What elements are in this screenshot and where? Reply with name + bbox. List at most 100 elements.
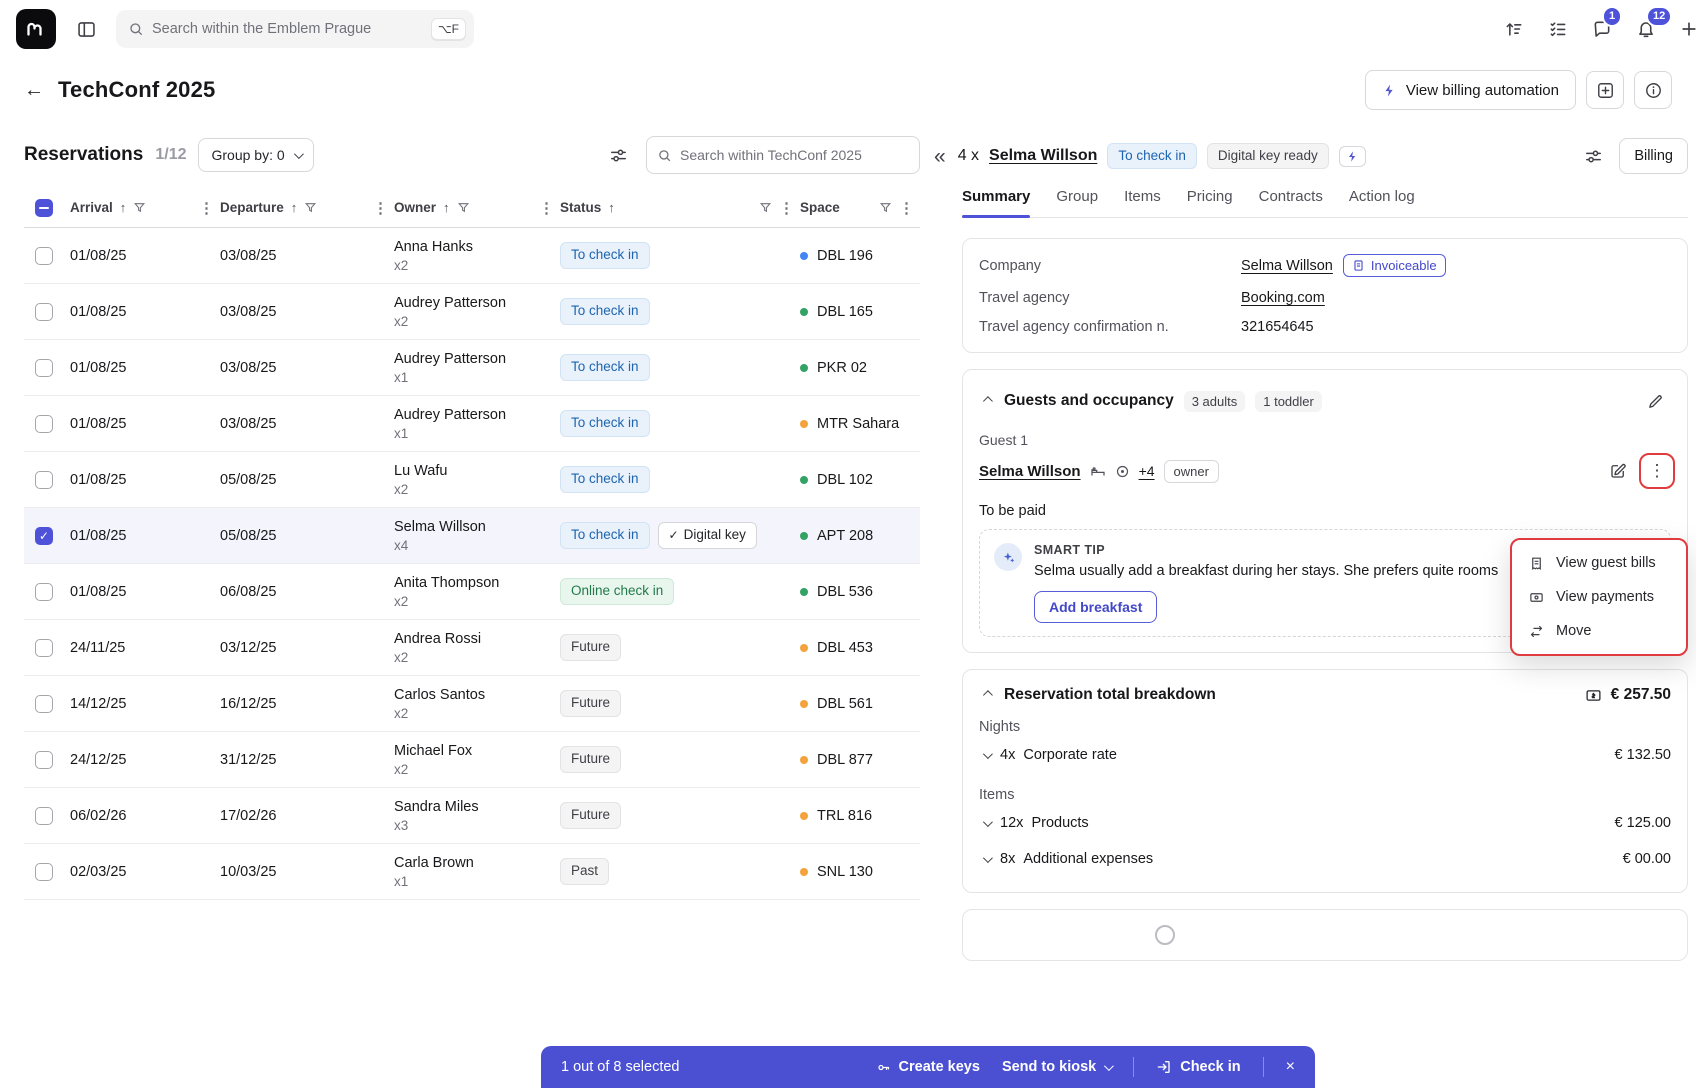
table-row[interactable]: 02/03/25 10/03/25 Carla Brown x1 Past SNL 130 — [24, 844, 920, 900]
row-checkbox[interactable] — [35, 862, 53, 881]
filter-icon[interactable] — [879, 201, 892, 214]
reservations-search[interactable] — [646, 136, 920, 174]
tab-action-log[interactable]: Action log — [1349, 188, 1415, 217]
guest-actions-menu: View guest bills View payments Move — [1510, 538, 1688, 656]
filter-sliders-icon[interactable] — [602, 139, 634, 171]
column-menu-icon[interactable]: ⋮ — [779, 199, 794, 217]
send-to-kiosk-button[interactable]: Send to kiosk — [1002, 1059, 1115, 1075]
notifications-icon[interactable]: 12 — [1630, 6, 1673, 45]
info-icon[interactable] — [1634, 71, 1672, 109]
row-checkbox[interactable] — [35, 806, 53, 825]
breakdown-row[interactable]: 4x Corporate rate € 132.50 — [979, 737, 1671, 773]
row-checkbox[interactable] — [35, 414, 53, 433]
breakdown-row-amount: € 125.00 — [1614, 815, 1671, 831]
sort-asc-icon[interactable]: ↑ — [291, 200, 298, 215]
menu-item-view-payments[interactable]: View payments — [1518, 580, 1680, 614]
invoiceable-badge[interactable]: Invoiceable — [1342, 254, 1446, 277]
collapse-section-icon[interactable] — [979, 685, 994, 705]
table-row[interactable]: 01/08/25 03/08/25 Anna Hanks x2 To check in D… — [24, 228, 920, 284]
tab-items[interactable]: Items — [1124, 188, 1161, 217]
sort-asc-icon[interactable]: ↑ — [443, 200, 450, 215]
company-value-link[interactable]: Selma Willson — [1241, 258, 1333, 274]
add-icon[interactable] — [1673, 13, 1696, 45]
column-space-label: Space — [800, 200, 840, 215]
adults-badge: 3 adults — [1183, 390, 1246, 412]
guest-name-link[interactable]: Selma Willson — [979, 463, 1081, 480]
breakdown-row[interactable]: 8x Additional expenses € 00.00 — [979, 841, 1671, 877]
row-checkbox[interactable] — [35, 358, 53, 377]
extra-guests-link[interactable]: +4 — [1139, 463, 1155, 479]
row-checkbox[interactable] — [35, 246, 53, 265]
chevron-down-icon — [982, 816, 993, 827]
automation-lightning-icon[interactable] — [1338, 145, 1366, 167]
table-row[interactable]: 06/02/26 17/02/26 Sandra Miles x3 Future TRL … — [24, 788, 920, 844]
table-row[interactable]: 14/12/25 16/12/25 Carlos Santos x2 Future DBL… — [24, 676, 920, 732]
owner-cell: Sandra Miles x3 — [394, 798, 479, 833]
table-row[interactable]: 01/08/25 06/08/25 Anita Thompson x2 Online c… — [24, 564, 920, 620]
reservations-search-input[interactable] — [680, 147, 909, 163]
row-checkbox[interactable] — [35, 694, 53, 713]
filter-icon[interactable] — [759, 201, 772, 214]
billing-button[interactable]: Billing — [1619, 138, 1688, 174]
status-cell: To check in — [560, 242, 800, 269]
group-by-dropdown[interactable]: Group by: 0 — [198, 138, 314, 172]
table-header: Arrival ↑ ⋮ Departure ↑ ⋮ Owner ↑ ⋮ Status ↑ ⋮ S… — [24, 188, 920, 228]
column-menu-icon[interactable]: ⋮ — [899, 199, 914, 217]
table-row[interactable]: 01/08/25 03/08/25 Audrey Patterson x2 To che… — [24, 284, 920, 340]
menu-item-move[interactable]: Move — [1518, 614, 1680, 648]
global-search[interactable]: ⌥F — [116, 10, 474, 48]
column-menu-icon[interactable]: ⋮ — [373, 199, 388, 217]
filter-icon[interactable] — [457, 201, 470, 214]
column-menu-icon[interactable]: ⋮ — [539, 199, 554, 217]
status-cell: Online check in — [560, 578, 800, 605]
smart-tip-icon — [994, 543, 1022, 571]
sidebar-toggle-icon[interactable] — [70, 13, 102, 45]
row-checkbox[interactable] — [35, 302, 53, 321]
mews-logo[interactable] — [16, 9, 56, 49]
table-row[interactable]: ✓ 01/08/25 05/08/25 Selma Willson x4 To check… — [24, 508, 920, 564]
messages-icon[interactable]: 1 — [1586, 6, 1623, 45]
add-breakfast-button[interactable]: Add breakfast — [1034, 591, 1158, 623]
global-search-input[interactable] — [152, 21, 423, 37]
check-in-button[interactable]: Check in — [1156, 1059, 1241, 1075]
sort-asc-icon[interactable]: ↑ — [120, 200, 127, 215]
add-widget-icon[interactable] — [1586, 71, 1624, 109]
table-row[interactable]: 24/12/25 31/12/25 Michael Fox x2 Future DBL 8… — [24, 732, 920, 788]
tab-contracts[interactable]: Contracts — [1259, 188, 1323, 217]
row-checkbox[interactable] — [35, 470, 53, 489]
column-menu-icon[interactable]: ⋮ — [199, 199, 214, 217]
row-checkbox[interactable] — [35, 750, 53, 769]
search-icon — [128, 21, 144, 37]
sort-asc-icon[interactable]: ↑ — [608, 200, 615, 215]
table-row[interactable]: 01/08/25 03/08/25 Audrey Patterson x1 To che… — [24, 340, 920, 396]
travel-agency-link[interactable]: Booking.com — [1241, 290, 1325, 306]
tab-summary[interactable]: Summary — [962, 188, 1031, 218]
close-icon[interactable]: × — [1286, 1058, 1295, 1076]
row-checkbox[interactable]: ✓ — [35, 526, 53, 545]
tab-pricing[interactable]: Pricing — [1187, 188, 1233, 217]
collapse-section-icon[interactable] — [979, 391, 994, 411]
collapse-panel-icon[interactable]: « — [932, 146, 948, 167]
tab-group[interactable]: Group — [1056, 188, 1098, 217]
row-checkbox[interactable] — [35, 638, 53, 657]
back-icon[interactable]: ← — [24, 80, 44, 100]
edit-icon[interactable] — [1639, 385, 1671, 417]
guest-actions-kebab-icon[interactable]: ⋮ — [1639, 453, 1675, 489]
breakdown-row[interactable]: 12x Products € 125.00 — [979, 805, 1671, 841]
guest-name-link[interactable]: Selma Willson — [989, 147, 1097, 165]
tasks-icon[interactable] — [1542, 13, 1574, 45]
detail-settings-sliders-icon[interactable] — [1577, 140, 1609, 172]
sort-order-icon[interactable] — [1498, 13, 1530, 45]
row-checkbox[interactable] — [35, 582, 53, 601]
table-row[interactable]: 24/11/25 03/12/25 Andrea Rossi x2 Future DBL … — [24, 620, 920, 676]
view-billing-automation-button[interactable]: View billing automation — [1364, 70, 1576, 110]
edit-note-icon[interactable] — [1602, 455, 1634, 487]
table-row[interactable]: 01/08/25 05/08/25 Lu Wafu x2 To check in DBL … — [24, 452, 920, 508]
select-all-checkbox[interactable] — [35, 198, 53, 217]
table-row[interactable]: 01/08/25 03/08/25 Audrey Patterson x1 To che… — [24, 396, 920, 452]
filter-icon[interactable] — [304, 201, 317, 214]
create-keys-button[interactable]: Create keys — [876, 1059, 980, 1075]
menu-item-view-guest-bills[interactable]: View guest bills — [1518, 546, 1680, 580]
partial-section-card — [962, 909, 1688, 961]
filter-icon[interactable] — [133, 201, 146, 214]
